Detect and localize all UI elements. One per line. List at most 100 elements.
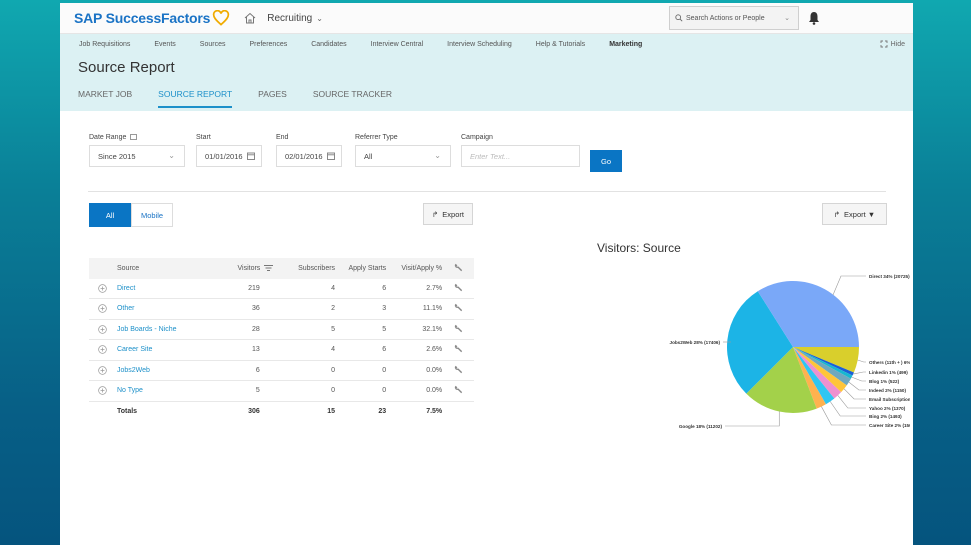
table-row: Other 36 2 3 11.1% — [89, 299, 474, 320]
tab-pages[interactable]: PAGES — [258, 88, 287, 108]
end-date-value: 02/01/2016 — [285, 151, 323, 161]
tab-market-job[interactable]: MARKET JOB — [78, 88, 132, 108]
visit-apply-cell: 11.1% — [422, 305, 443, 313]
wrench-icon[interactable] — [454, 324, 463, 335]
leader-line — [829, 401, 866, 417]
table-row: Job Boards - Niche 28 5 5 32.1% — [89, 320, 474, 340]
chevron-down-icon: ⌄ — [434, 151, 441, 160]
chart-export-button[interactable]: ↱ Export ▼ — [822, 203, 887, 225]
toggle-mobile[interactable]: Mobile — [131, 203, 173, 227]
expand-icon[interactable] — [98, 325, 108, 334]
slice-label: Blog 1% (522) — [869, 379, 900, 384]
apply-starts-cell: 0 — [382, 387, 387, 395]
nav-item-sources[interactable]: Sources — [200, 41, 226, 48]
campaign-label: Campaign — [461, 134, 493, 141]
source-link[interactable]: Direct — [117, 285, 135, 292]
source-link[interactable]: Other — [117, 305, 135, 312]
subscribers-cell: 2 — [331, 305, 336, 313]
visitors-cell: 28 — [252, 325, 260, 333]
tab-source-tracker[interactable]: SOURCE TRACKER — [313, 88, 392, 108]
referrer-type-filter: Referrer Type All ⌄ — [355, 134, 451, 167]
nav-item-help-tutorials[interactable]: Help & Tutorials — [536, 41, 585, 48]
expand-icon[interactable] — [98, 345, 108, 354]
totals-visit-apply: 7.5% — [426, 408, 443, 416]
search-input[interactable]: Search Actions or People ⌄ — [669, 6, 799, 30]
apply-starts-cell: 6 — [382, 284, 387, 292]
slice-label: Indeed 2% (1150) — [869, 388, 906, 393]
nav-item-interview-central[interactable]: Interview Central — [371, 41, 424, 48]
date-range-select[interactable]: Since 2015 ⌄ — [89, 145, 185, 167]
nav-item-events[interactable]: Events — [154, 41, 175, 48]
home-icon[interactable] — [243, 11, 257, 25]
report-tabs: MARKET JOB SOURCE REPORT PAGES SOURCE TR… — [60, 88, 913, 108]
slice-label: Others (11th + ) 6% (3847) — [869, 360, 910, 365]
slice-label: Bing 2% (1493) — [869, 414, 902, 419]
slice-label: Email Subscription 2% (1301) — [869, 397, 910, 402]
subscribers-cell: 0 — [331, 366, 336, 374]
wrench-icon[interactable] — [454, 385, 463, 396]
source-link[interactable]: No Type — [117, 387, 143, 394]
calendar-icon[interactable] — [327, 152, 335, 160]
brand-logo[interactable]: SAP SuccessFactors — [74, 10, 230, 26]
visit-apply-cell: 32.1% — [422, 325, 443, 333]
nav-item-candidates[interactable]: Candidates — [311, 41, 346, 48]
expand-icon[interactable] — [98, 366, 108, 375]
divider — [88, 191, 886, 192]
expand-icon[interactable] — [98, 386, 108, 395]
bell-icon[interactable] — [808, 11, 820, 25]
sort-icon[interactable] — [264, 265, 274, 272]
share-arrow-icon: ↱ — [833, 209, 841, 219]
leader-line — [853, 371, 866, 375]
source-table: Source Visitors Subscribers Apply Starts… — [89, 258, 474, 422]
nav-item-job-requisitions[interactable]: Job Requisitions — [79, 41, 130, 48]
top-nav: Job Requisitions Events Sources Preferen… — [60, 34, 913, 54]
source-link[interactable]: Jobs2Web — [117, 367, 150, 374]
campaign-input[interactable]: Enter Text... — [461, 145, 580, 167]
source-link[interactable]: Job Boards - Niche — [117, 326, 177, 333]
col-apply-starts[interactable]: Apply Starts — [335, 265, 386, 272]
search-placeholder: Search Actions or People — [686, 14, 765, 22]
source-link[interactable]: Career Site — [117, 346, 152, 353]
totals-visitors: 306 — [248, 408, 260, 416]
col-source[interactable]: Source — [117, 265, 215, 272]
expand-icon[interactable] — [98, 304, 108, 313]
col-visitors[interactable]: Visitors — [215, 265, 274, 272]
col-visit-apply[interactable]: Visit/Apply % — [386, 265, 442, 272]
wrench-icon[interactable] — [454, 303, 463, 314]
start-label: Start — [196, 134, 211, 141]
share-arrow-icon: ↱ — [432, 209, 439, 219]
nav-item-marketing[interactable]: Marketing — [609, 41, 642, 48]
nav-item-interview-scheduling[interactable]: Interview Scheduling — [447, 41, 512, 48]
table-export-button[interactable]: ↱ Export — [423, 203, 473, 225]
col-subscribers[interactable]: Subscribers — [273, 265, 335, 272]
export-label: Export — [442, 209, 464, 219]
referrer-type-label: Referrer Type — [355, 134, 398, 141]
apply-starts-cell: 6 — [382, 346, 387, 354]
toggle-all[interactable]: All — [89, 203, 131, 227]
totals-apply-starts: 23 — [378, 408, 387, 416]
go-button[interactable]: Go — [590, 150, 622, 172]
module-label: Recruiting — [267, 12, 313, 24]
expand-icon[interactable] — [98, 284, 108, 293]
calendar-icon[interactable] — [247, 152, 255, 160]
start-date-input[interactable]: 01/01/2016 — [196, 145, 262, 167]
table-row: Direct 219 4 6 2.7% — [89, 279, 474, 299]
wrench-icon[interactable] — [454, 263, 463, 274]
table-row: Career Site 13 4 6 2.6% — [89, 340, 474, 361]
visit-apply-cell: 0.0% — [426, 387, 443, 395]
wrench-icon[interactable] — [454, 365, 463, 376]
referrer-type-select[interactable]: All ⌄ — [355, 145, 451, 167]
campaign-filter: Campaign Enter Text... — [461, 134, 580, 167]
hide-button[interactable]: Hide — [880, 40, 905, 48]
wrench-icon[interactable] — [454, 283, 463, 294]
chevron-down-icon: ⌄ — [316, 13, 323, 23]
subscribers-cell: 4 — [331, 284, 336, 292]
slice-label: Google 18% (11202) — [679, 424, 723, 429]
end-date-input[interactable]: 02/01/2016 — [276, 145, 342, 167]
subscribers-cell: 5 — [331, 325, 336, 333]
nav-item-preferences[interactable]: Preferences — [249, 41, 287, 48]
wrench-icon[interactable] — [454, 344, 463, 355]
module-switcher[interactable]: Recruiting ⌄ — [267, 13, 323, 24]
tab-source-report[interactable]: SOURCE REPORT — [158, 88, 233, 108]
chevron-down-icon: ⌄ — [168, 151, 175, 160]
